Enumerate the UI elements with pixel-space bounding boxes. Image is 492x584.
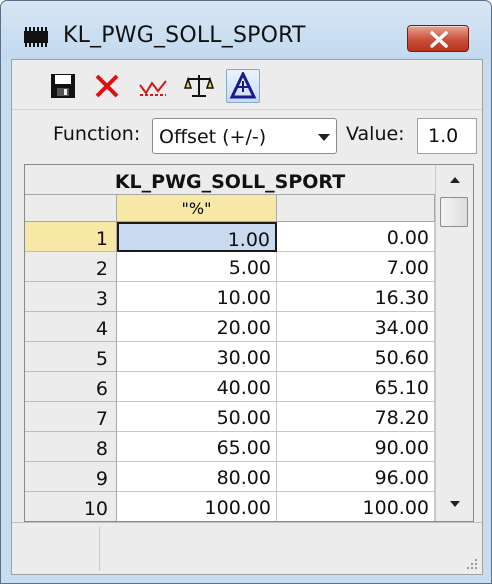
resize-grip-icon[interactable]: [464, 556, 478, 570]
table-row: 8 65.00 90.00: [25, 432, 435, 462]
table-row: 5 30.00 50.60: [25, 342, 435, 372]
x-value-cell[interactable]: 5.00: [117, 252, 277, 282]
unit-corner: [25, 195, 117, 222]
row-index[interactable]: 8: [25, 432, 117, 462]
y-value-cell[interactable]: 0.00: [277, 222, 435, 252]
vertical-scrollbar[interactable]: [435, 165, 473, 521]
delete-icon: [95, 74, 119, 98]
delta-icon: [229, 72, 257, 99]
table-row: 3 10.00 16.30: [25, 282, 435, 312]
y-value-cell[interactable]: 78.20: [277, 402, 435, 432]
y-value-cell[interactable]: 96.00: [277, 462, 435, 492]
table-row: 6 40.00 65.10: [25, 372, 435, 402]
table-row: 7 50.00 78.20: [25, 402, 435, 432]
x-value-cell[interactable]: 50.00: [117, 402, 277, 432]
row-index[interactable]: 4: [25, 312, 117, 342]
graph-button[interactable]: [136, 69, 170, 103]
function-row: Function: Offset (+/-) Value: 1.0: [40, 115, 480, 157]
close-icon: [430, 31, 448, 48]
row-index[interactable]: 9: [25, 462, 117, 492]
chevron-down-icon: [318, 134, 330, 141]
toolbar: [12, 60, 482, 110]
table-row: 4 20.00 34.00: [25, 312, 435, 342]
x-value-cell[interactable]: 80.00: [117, 462, 277, 492]
y-value-cell[interactable]: 7.00: [277, 252, 435, 282]
status-bar: [12, 522, 482, 574]
balance-icon: [184, 75, 214, 97]
map-table: KL_PWG_SOLL_SPORT "%" 1 1.00 0.00 2 5.00 7.00…: [24, 164, 474, 522]
function-label: Function:: [53, 123, 141, 145]
scroll-down-icon[interactable]: [450, 501, 460, 507]
x-value-cell[interactable]: 10.00: [117, 282, 277, 312]
balance-button[interactable]: [182, 69, 216, 103]
table-title: KL_PWG_SOLL_SPORT: [25, 165, 435, 195]
row-index[interactable]: 1: [25, 222, 117, 252]
value-input[interactable]: 1.0: [417, 118, 477, 154]
x-value-cell[interactable]: 20.00: [117, 312, 277, 342]
y-unit-header: [277, 195, 435, 222]
window: KL_PWG_SOLL_SPORT Function: Offset (+/-)…: [0, 0, 492, 584]
delete-button[interactable]: [90, 69, 124, 103]
delta-button[interactable]: [226, 69, 260, 103]
row-index[interactable]: 10: [25, 492, 117, 521]
chip-icon: [24, 27, 48, 47]
table-row: 2 5.00 7.00: [25, 252, 435, 282]
x-value-cell[interactable]: 1.00: [117, 222, 277, 252]
graph-icon: [139, 80, 167, 96]
x-value-cell[interactable]: 40.00: [117, 372, 277, 402]
y-value-cell[interactable]: 65.10: [277, 372, 435, 402]
x-value-cell[interactable]: 100.00: [117, 492, 277, 521]
y-value-cell[interactable]: 34.00: [277, 312, 435, 342]
close-button[interactable]: [407, 25, 469, 52]
row-index[interactable]: 7: [25, 402, 117, 432]
scroll-up-icon[interactable]: [450, 177, 460, 183]
y-value-cell[interactable]: 50.60: [277, 342, 435, 372]
x-unit-header: "%": [117, 195, 277, 222]
row-index[interactable]: 5: [25, 342, 117, 372]
save-button[interactable]: [46, 69, 80, 103]
status-divider: [99, 527, 100, 571]
x-value-cell[interactable]: 30.00: [117, 342, 277, 372]
title-bar[interactable]: KL_PWG_SOLL_SPORT: [1, 1, 491, 59]
scroll-thumb[interactable]: [440, 197, 468, 227]
window-title: KL_PWG_SOLL_SPORT: [63, 23, 306, 48]
y-value-cell[interactable]: 100.00: [277, 492, 435, 521]
row-index[interactable]: 3: [25, 282, 117, 312]
value-label: Value:: [346, 123, 405, 145]
function-select[interactable]: Offset (+/-): [152, 118, 337, 154]
save-icon: [51, 74, 75, 98]
y-value-cell[interactable]: 16.30: [277, 282, 435, 312]
row-index[interactable]: 6: [25, 372, 117, 402]
y-value-cell[interactable]: 90.00: [277, 432, 435, 462]
row-index[interactable]: 2: [25, 252, 117, 282]
x-value-cell[interactable]: 65.00: [117, 432, 277, 462]
table-row: 1 1.00 0.00: [25, 222, 435, 252]
function-selected-value: Offset (+/-): [159, 126, 267, 148]
table-row: 10 100.00 100.00: [25, 492, 435, 521]
table-row: 9 80.00 96.00: [25, 462, 435, 492]
client-area: Function: Offset (+/-) Value: 1.0 KL_PWG…: [11, 59, 483, 575]
